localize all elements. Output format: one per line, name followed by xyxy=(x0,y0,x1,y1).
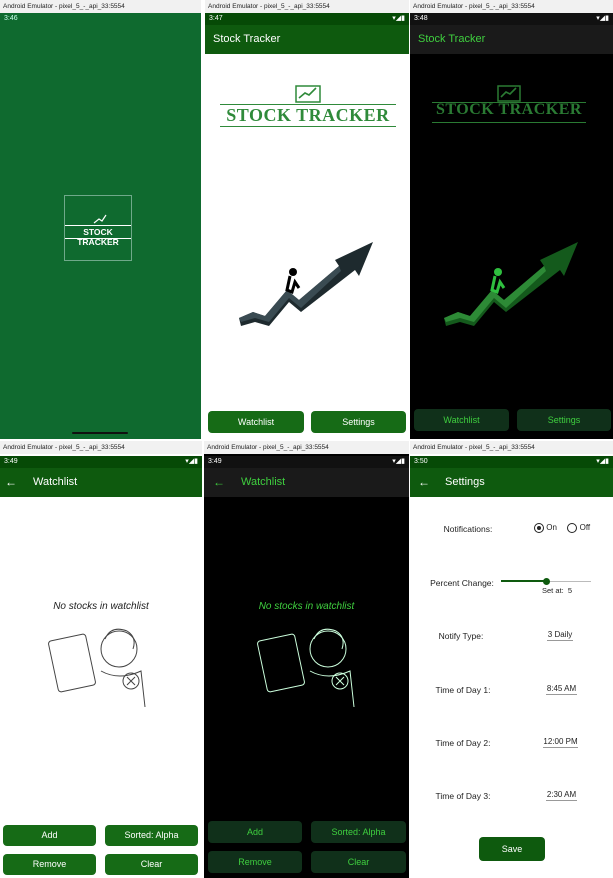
app-logo: STOCK TRACKER xyxy=(220,85,396,130)
climbing-arrow-illustration xyxy=(239,242,373,326)
status-time: 3:50 xyxy=(414,458,428,465)
nav-handle xyxy=(72,432,128,434)
status-bar: 3:47 ▾◢▮ xyxy=(205,13,409,25)
back-arrow-icon[interactable]: ← xyxy=(418,468,430,497)
notify-type-label: Notify Type: xyxy=(438,631,484,641)
splash-logo: STOCK TRACKER xyxy=(64,195,132,261)
status-bar: 3:46 xyxy=(0,13,201,25)
time-of-day-3-field[interactable]: 2:30 AM xyxy=(546,790,577,801)
home-dark-screen: Android Emulator - pixel_5_-_api_33:5554… xyxy=(410,0,613,439)
status-bar: 3:50 ▾◢▮ xyxy=(410,456,613,468)
emulator-title: Android Emulator - pixel_5_-_api_33:5554 xyxy=(0,441,202,454)
watchlist-dark-screen: Android Emulator - pixel_5_-_api_33:5554… xyxy=(204,441,409,878)
radio-off[interactable] xyxy=(567,523,578,533)
logo-text: STOCK TRACKER xyxy=(436,101,582,118)
back-arrow-icon[interactable]: ← xyxy=(5,468,17,497)
notify-type-select[interactable]: 3 Daily xyxy=(547,630,573,641)
status-time: 3:46 xyxy=(4,15,18,22)
status-time: 3:49 xyxy=(208,458,222,465)
empty-message: No stocks in watchlist xyxy=(258,601,355,612)
app-bar: ← Watchlist xyxy=(204,468,409,497)
screen-title: Watchlist xyxy=(33,476,78,488)
back-arrow-icon[interactable]: ← xyxy=(213,468,225,497)
status-icons: ▾◢▮ xyxy=(392,458,405,465)
emulator-title: Android Emulator - pixel_5_-_api_33:5554 xyxy=(205,0,409,13)
screen-title: Settings xyxy=(445,476,485,488)
chart-up-icon xyxy=(93,214,107,224)
emulator-title: Android Emulator - pixel_5_-_api_33:5554 xyxy=(0,0,201,13)
set-at-value: Set at: 5 xyxy=(542,586,573,595)
percent-change-label: Percent Change: xyxy=(430,578,494,588)
screen-title: Watchlist xyxy=(241,476,286,488)
status-icons: ▾◢▮ xyxy=(392,15,405,22)
app-title: Stock Tracker xyxy=(213,33,281,45)
status-bar: 3:49 ▾◢▮ xyxy=(0,456,202,468)
status-time: 3:49 xyxy=(4,458,18,465)
sorted-button[interactable]: Sorted: Alpha xyxy=(311,821,406,843)
notifications-radio-group: On Off xyxy=(534,523,590,533)
emulator-title: Android Emulator - pixel_5_-_api_33:5554 xyxy=(204,441,409,454)
status-bar: 3:49 ▾◢▮ xyxy=(204,456,409,468)
emulator-title: Android Emulator - pixel_5_-_api_33:5554 xyxy=(410,0,613,13)
climbing-arrow-illustration xyxy=(444,242,578,326)
logo-text: STOCK TRACKER xyxy=(226,105,390,125)
radio-on-label: On xyxy=(546,523,557,533)
remove-button[interactable]: Remove xyxy=(3,854,96,875)
app-bar: ← Settings xyxy=(410,468,613,497)
status-bar: 3:48 ▾◢▮ xyxy=(410,13,613,25)
settings-screen: Android Emulator - pixel_5_-_api_33:5554… xyxy=(410,441,613,878)
app-bar: ← Watchlist xyxy=(0,468,202,497)
add-button[interactable]: Add xyxy=(3,825,96,846)
radio-off-label: Off xyxy=(579,523,591,533)
empty-message: No stocks in watchlist xyxy=(53,601,149,612)
splash-screen: Android Emulator - pixel_5_-_api_33:5554… xyxy=(0,0,201,439)
watchlist-light-screen: Android Emulator - pixel_5_-_api_33:5554… xyxy=(0,441,202,878)
time-of-day-2-label: Time of Day 2: xyxy=(435,738,491,748)
sorted-button[interactable]: Sorted: Alpha xyxy=(105,825,198,846)
app-title: Stock Tracker xyxy=(418,33,486,45)
app-bar: Stock Tracker xyxy=(410,25,613,54)
time-of-day-2-field[interactable]: 12:00 PM xyxy=(543,737,578,748)
status-time: 3:48 xyxy=(414,15,428,22)
time-of-day-1-field[interactable]: 8:45 AM xyxy=(546,684,577,695)
watchlist-button[interactable]: Watchlist xyxy=(208,411,304,433)
clear-button[interactable]: Clear xyxy=(105,854,198,875)
status-icons: ▾◢▮ xyxy=(596,458,609,465)
app-logo: STOCK TRACKER xyxy=(432,85,586,125)
home-light-screen: Android Emulator - pixel_5_-_api_33:5554… xyxy=(205,0,409,439)
time-of-day-3-label: Time of Day 3: xyxy=(435,791,491,801)
emulator-title: Android Emulator - pixel_5_-_api_33:5554 xyxy=(410,441,613,454)
settings-button[interactable]: Settings xyxy=(517,409,611,431)
remove-button[interactable]: Remove xyxy=(208,851,302,873)
empty-watchlist-illustration xyxy=(48,628,146,708)
notifications-label: Notifications: xyxy=(443,524,493,534)
status-icons: ▾◢▮ xyxy=(596,15,609,22)
time-of-day-1-label: Time of Day 1: xyxy=(435,685,491,695)
clear-button[interactable]: Clear xyxy=(311,851,406,873)
splash-logo-text: STOCK TRACKER xyxy=(77,227,119,247)
radio-on[interactable] xyxy=(534,523,544,533)
status-time: 3:47 xyxy=(209,15,223,22)
slider-thumb[interactable] xyxy=(543,578,550,585)
chart-up-icon xyxy=(295,85,321,103)
chart-up-icon xyxy=(497,85,521,102)
empty-watchlist-illustration xyxy=(257,628,355,708)
add-button[interactable]: Add xyxy=(208,821,302,843)
watchlist-button[interactable]: Watchlist xyxy=(414,409,509,431)
save-button[interactable]: Save xyxy=(479,837,545,861)
percent-slider[interactable] xyxy=(501,578,591,586)
settings-button[interactable]: Settings xyxy=(311,411,406,433)
status-icons: ▾◢▮ xyxy=(185,458,198,465)
app-bar: Stock Tracker xyxy=(205,25,409,54)
